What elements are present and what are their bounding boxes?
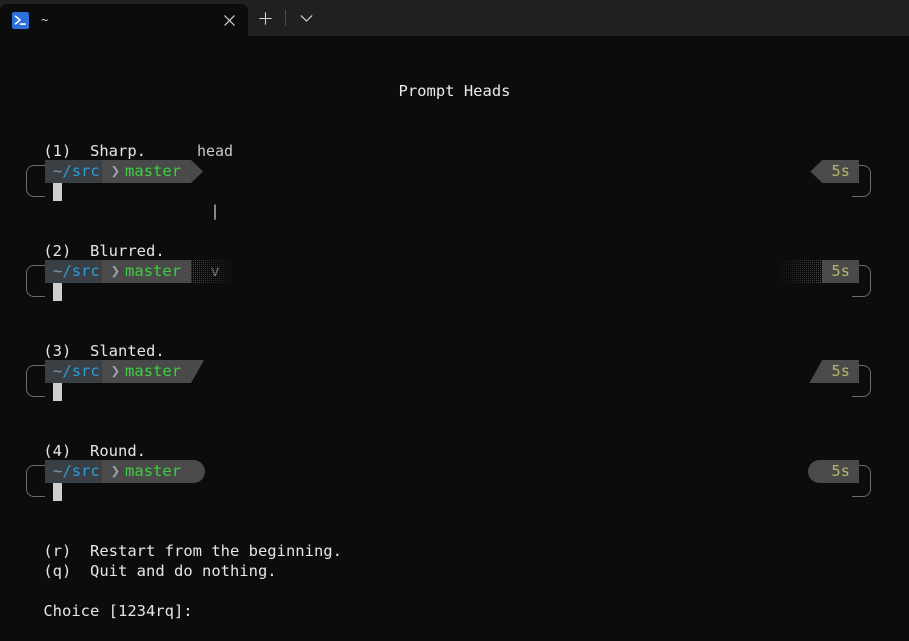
prompt-segments: ~ / src ❯ master [45, 160, 204, 183]
prompt-segments: ~ / src ❯ master [45, 260, 234, 283]
text-cursor [53, 383, 62, 401]
segment-separator-icon: ❯ [110, 162, 121, 180]
duration-badge-group-blurred: 5s [780, 260, 859, 283]
option-3-label: Slanted. [90, 342, 165, 360]
action-quit-label: Quit and do nothing. [90, 562, 277, 580]
path-tilde: ~ [53, 262, 63, 280]
duration-head-round-left [808, 460, 823, 483]
duration-head-slanted-left [809, 360, 823, 383]
option-2-label: Blurred. [90, 242, 165, 260]
chevron-down-icon[interactable] [289, 2, 323, 34]
prompt-head-round-right [191, 460, 206, 483]
prompt-preview-blurred: ~ / src ❯ master 5s [0, 260, 909, 304]
segment-separator-icon: ❯ [110, 262, 121, 280]
duration-badge: 5s [822, 460, 859, 483]
duration-head-blurred-left [780, 260, 823, 283]
prompt-preview-round: ~ / src ❯ master 5s [0, 460, 909, 504]
path-slash: / [62, 462, 72, 480]
git-branch: master [125, 462, 182, 480]
path-slash: / [62, 162, 72, 180]
terminal-prompt-icon [12, 11, 29, 29]
prompt-segments: ~ / src ❯ master [45, 460, 206, 483]
duration-badge: 5s [822, 260, 859, 283]
path-tilde: ~ [53, 362, 63, 380]
toolbar-divider [285, 10, 286, 26]
option-2-key: (2) [43, 242, 72, 260]
option-3-key: (3) [43, 342, 72, 360]
path-tilde: ~ [53, 162, 63, 180]
segment-git: ❯ master [101, 460, 192, 483]
head-annotation-label: head [196, 142, 234, 160]
duration-badge-group-sharp: 5s [810, 160, 859, 183]
git-branch: master [125, 262, 182, 280]
path-dir: src [71, 262, 100, 280]
segment-git: ❯ master [101, 360, 192, 383]
segment-separator-icon: ❯ [110, 362, 121, 380]
tab-title: ~ [41, 13, 49, 27]
prompt-frame-left [26, 465, 45, 497]
prompt-frame-left [26, 165, 45, 197]
text-cursor [53, 283, 62, 301]
path-dir: src [71, 162, 100, 180]
path-dir: src [71, 462, 100, 480]
choice-prompt-label: Choice [1234rq]: [43, 602, 193, 620]
path-dir: src [71, 362, 100, 380]
option-1-label: Sharp. [90, 142, 146, 160]
tab-strip: ~ [0, 0, 248, 36]
segment-git: ❯ master [101, 160, 192, 183]
prompt-frame-left [26, 265, 45, 297]
duration-badge-group-slanted: 5s [809, 360, 859, 383]
text-cursor [53, 483, 62, 501]
duration-badge: 5s [822, 160, 859, 183]
prompt-preview-slanted: ~ / src ❯ master 5s [0, 360, 909, 404]
prompt-head-slanted-right [191, 360, 205, 383]
path-slash: / [62, 362, 72, 380]
window-titlebar: ~ [0, 0, 909, 36]
action-quit-key: (q) [43, 562, 72, 580]
git-branch: master [125, 162, 182, 180]
text-cursor [53, 183, 62, 201]
close-icon[interactable] [214, 6, 244, 34]
prompt-segments: ~ / src ❯ master [45, 360, 205, 383]
option-4-key: (4) [43, 442, 72, 460]
segment-path: ~ / src [45, 260, 102, 283]
prompt-head-sharp-right [191, 160, 204, 183]
choice-input-prompt[interactable]: Choice [1234rq]: [6, 581, 193, 641]
terminal-screen: Prompt Heads head | v (1) Sharp. ~/src ❯… [0, 36, 909, 620]
duration-badge-group-round: 5s [808, 460, 859, 483]
head-annotation-stem: | [210, 202, 220, 220]
page-title: Prompt Heads [398, 82, 511, 100]
prompt-head-blurred-right [191, 260, 234, 283]
option-1-key: (1) [43, 142, 72, 160]
terminal-tab[interactable]: ~ [0, 4, 248, 36]
duration-badge: 5s [822, 360, 859, 383]
duration-head-sharp-left [810, 160, 823, 183]
segment-path: ~ / src [45, 460, 102, 483]
new-tab-button[interactable] [248, 2, 282, 34]
option-4-label: Round. [90, 442, 146, 460]
prompt-preview-sharp: ~ / src ❯ master 5s [0, 160, 909, 204]
segment-git: ❯ master [101, 260, 192, 283]
path-slash: / [62, 262, 72, 280]
prompt-frame-left [26, 365, 45, 397]
segment-path: ~ / src [45, 360, 102, 383]
segment-path: ~ / src [45, 160, 102, 183]
git-branch: master [125, 362, 182, 380]
path-tilde: ~ [53, 462, 63, 480]
segment-separator-icon: ❯ [110, 462, 121, 480]
